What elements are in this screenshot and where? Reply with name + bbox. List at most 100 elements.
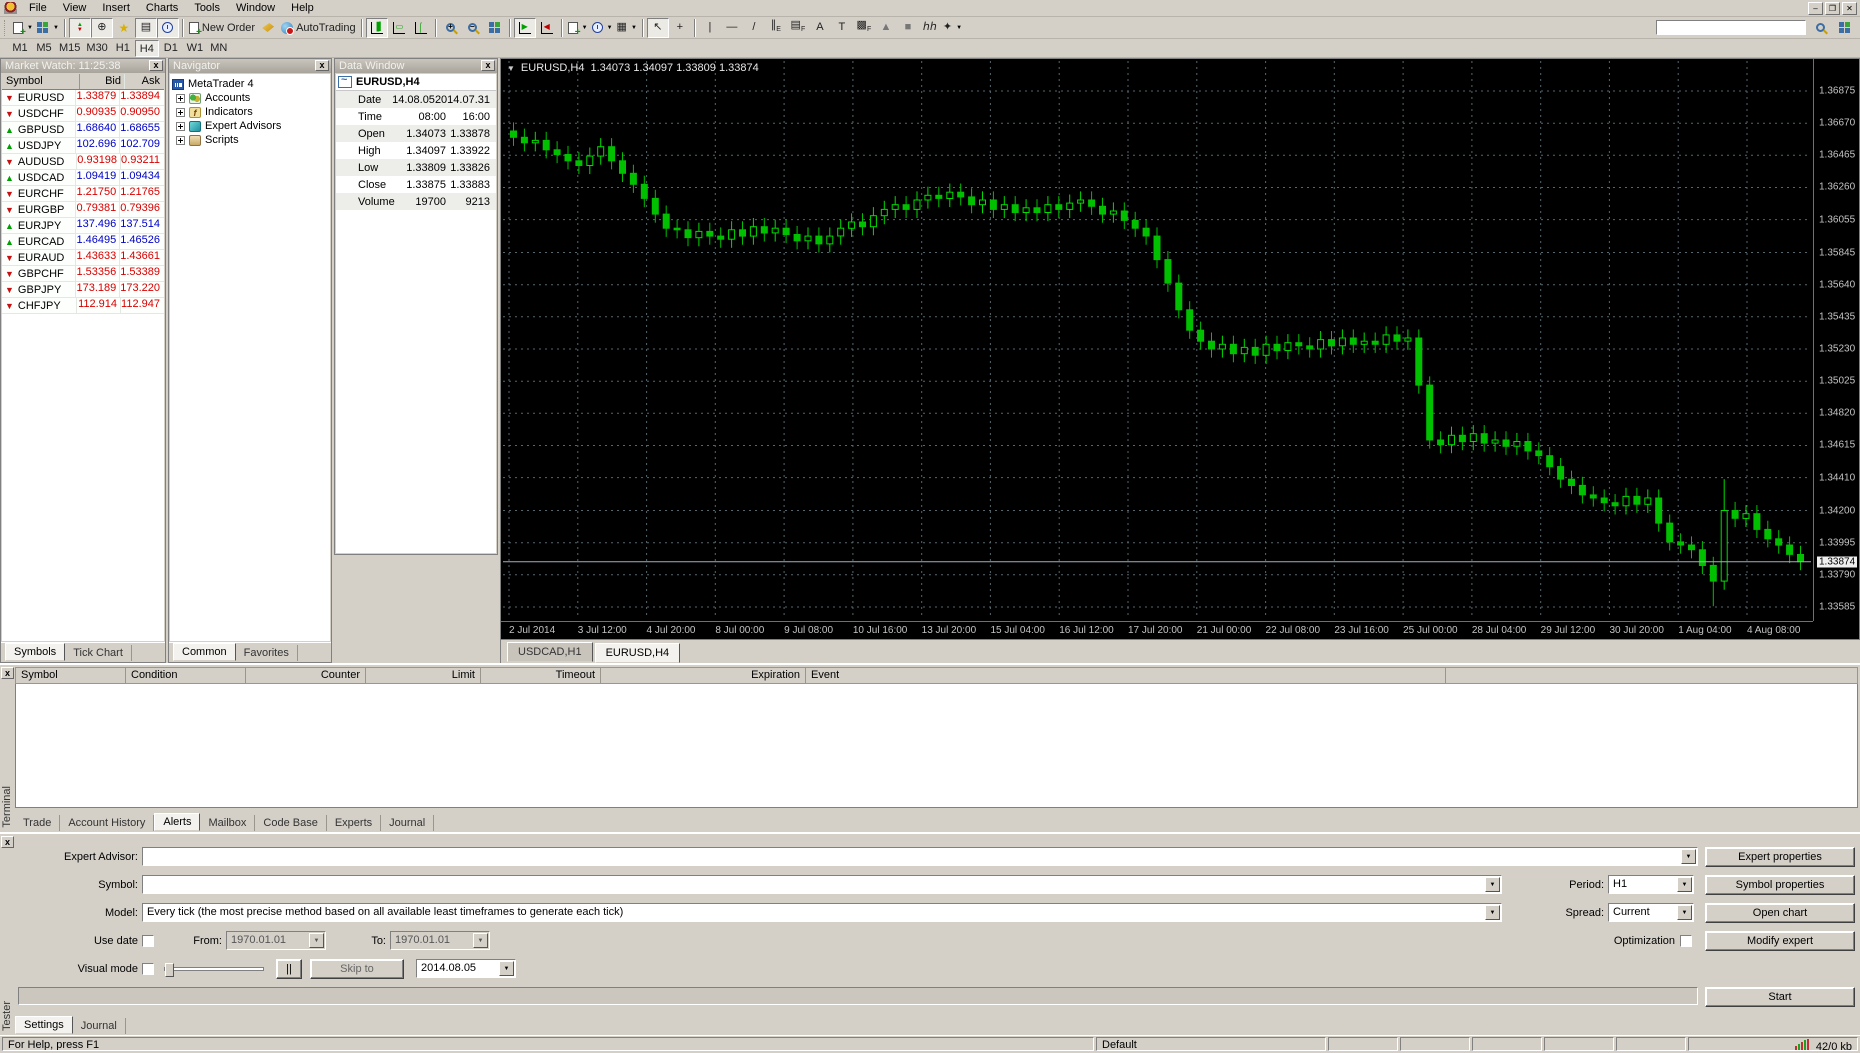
expand-plus-icon[interactable] bbox=[176, 94, 185, 103]
terminal-tab-account-history[interactable]: Account History bbox=[60, 815, 154, 831]
triangle-shape-button[interactable]: ▲ bbox=[875, 18, 897, 38]
modify-expert-button[interactable]: Modify expert bbox=[1705, 931, 1855, 951]
expert-advisor-combobox[interactable]: ▼ bbox=[142, 847, 1698, 866]
skip-date-combobox[interactable]: 2014.08.05▼ bbox=[416, 959, 516, 978]
model-combobox[interactable]: Every tick (the most precise method base… bbox=[142, 903, 1502, 922]
status-profile[interactable]: Default bbox=[1096, 1037, 1326, 1051]
navigator-toggle-button[interactable]: ★ bbox=[113, 18, 135, 38]
timeframe-m5-button[interactable]: M5 bbox=[32, 40, 56, 57]
close-icon[interactable]: x bbox=[315, 60, 329, 71]
market-watch-row[interactable]: ▼EURCHF1.217501.21765 bbox=[2, 186, 164, 202]
visual-mode-checkbox[interactable] bbox=[142, 963, 154, 975]
timeframe-m1-button[interactable]: M1 bbox=[8, 40, 32, 57]
symbol-properties-button[interactable]: Symbol properties bbox=[1705, 875, 1855, 895]
open-chart-button[interactable]: Open chart bbox=[1705, 903, 1855, 923]
use-date-checkbox[interactable] bbox=[142, 935, 154, 947]
periods-button[interactable]: ▼ bbox=[590, 18, 615, 38]
text-label-button[interactable]: T bbox=[831, 18, 853, 38]
column-header-symbol[interactable]: Symbol bbox=[2, 74, 80, 89]
data-window-toggle-button[interactable]: ⊕ bbox=[91, 18, 113, 38]
period-combobox[interactable]: H1▼ bbox=[1608, 875, 1694, 894]
close-icon[interactable]: x bbox=[149, 60, 163, 71]
market-watch-row[interactable]: ▼EURAUD1.436331.43661 bbox=[2, 250, 164, 266]
templates-button[interactable]: ▦▼ bbox=[615, 18, 639, 38]
visual-mode-speed-slider[interactable] bbox=[164, 967, 264, 971]
help-grid-button[interactable] bbox=[1834, 18, 1856, 38]
timeframe-m15-button[interactable]: M15 bbox=[56, 40, 83, 57]
expand-plus-icon[interactable] bbox=[176, 136, 185, 145]
tree-root[interactable]: MetaTrader 4 bbox=[172, 77, 328, 91]
market-watch-row[interactable]: ▲EURJPY137.496137.514 bbox=[2, 218, 164, 234]
menu-charts[interactable]: Charts bbox=[138, 1, 186, 15]
market-watch-row[interactable]: ▼CHFJPY112.914112.947 bbox=[2, 298, 164, 314]
column-header-expiration[interactable]: Expiration bbox=[601, 668, 806, 683]
market-watch-row[interactable]: ▲USDJPY102.696102.709 bbox=[2, 138, 164, 154]
timeframe-w1-button[interactable]: W1 bbox=[183, 40, 207, 57]
market-watch-row[interactable]: ▼GBPCHF1.533561.53389 bbox=[2, 266, 164, 282]
chart-tab-usdcad-h1[interactable]: USDCAD,H1 bbox=[507, 642, 593, 662]
arrow-styles-button[interactable]: ▩F bbox=[853, 18, 875, 38]
autotrading-button[interactable]: AutoTrading bbox=[279, 18, 358, 38]
line-chart-mode-button[interactable]: ⌠ bbox=[410, 18, 432, 38]
tree-item-scripts[interactable]: Scripts bbox=[172, 133, 328, 147]
column-header-ask[interactable]: Ask bbox=[125, 74, 164, 89]
terminal-tab-mailbox[interactable]: Mailbox bbox=[200, 815, 255, 831]
symbol-combobox[interactable]: ▼ bbox=[142, 875, 1502, 894]
market-watch-row[interactable]: ▼AUDUSD0.931980.93211 bbox=[2, 154, 164, 170]
new-order-button[interactable]: New Order bbox=[187, 18, 257, 38]
expert-properties-button[interactable]: Expert properties bbox=[1705, 847, 1855, 867]
menu-window[interactable]: Window bbox=[228, 1, 283, 15]
bar-chart-mode-button[interactable]: ▐▎ bbox=[366, 18, 388, 38]
indicators-button[interactable]: ▼ bbox=[566, 18, 590, 38]
crosshair-button[interactable]: + bbox=[669, 18, 691, 38]
expert-advisors-button[interactable] bbox=[257, 18, 279, 38]
alerts-list[interactable] bbox=[15, 684, 1858, 808]
timeframe-d1-button[interactable]: D1 bbox=[159, 40, 183, 57]
expand-plus-icon[interactable] bbox=[176, 122, 185, 131]
column-header-symbol[interactable]: Symbol bbox=[16, 668, 126, 683]
tree-item-experts[interactable]: Expert Advisors bbox=[172, 119, 328, 133]
tile-windows-button[interactable] bbox=[484, 18, 506, 38]
rectangle-shape-button[interactable]: ■ bbox=[897, 18, 919, 38]
zoom-in-button[interactable]: + bbox=[440, 18, 462, 38]
pause-button[interactable]: || bbox=[276, 959, 302, 979]
tester-toggle-button[interactable] bbox=[157, 18, 179, 38]
market-watch-row[interactable]: ▼EURGBP0.793810.79396 bbox=[2, 202, 164, 218]
equidistant-channel-button[interactable]: ∥E bbox=[765, 18, 787, 38]
fibonacci-button[interactable]: ▤F bbox=[787, 18, 809, 38]
tester-tab-journal[interactable]: Journal bbox=[73, 1018, 126, 1034]
tab-favorites[interactable]: Favorites bbox=[236, 645, 298, 661]
terminal-tab-alerts[interactable]: Alerts bbox=[154, 813, 200, 831]
search-input[interactable] bbox=[1656, 20, 1806, 35]
chart-window[interactable]: ▼ EURUSD,H4 1.34073 1.34097 1.33809 1.33… bbox=[500, 58, 1860, 640]
column-header-event[interactable]: Event bbox=[806, 668, 1446, 683]
auto-scroll-button[interactable]: ▶ bbox=[514, 18, 536, 38]
market-watch-row[interactable]: ▼GBPJPY173.189173.220 bbox=[2, 282, 164, 298]
close-window-icon[interactable]: ✕ bbox=[1842, 2, 1857, 15]
cursor-button[interactable]: ↖ bbox=[647, 18, 669, 38]
from-date-combobox[interactable]: 1970.01.01▼ bbox=[226, 931, 326, 950]
column-header-condition[interactable]: Condition bbox=[126, 668, 246, 683]
chevron-down-icon[interactable]: ▼ bbox=[1485, 877, 1500, 892]
market-watch-toggle-button[interactable]: ▲▼ bbox=[69, 18, 91, 38]
chart-shift-button[interactable]: ◀ bbox=[536, 18, 558, 38]
to-date-combobox[interactable]: 1970.01.01▼ bbox=[390, 931, 490, 950]
terminal-tab-experts[interactable]: Experts bbox=[327, 815, 381, 831]
chevron-down-icon[interactable]: ▼ bbox=[1677, 877, 1692, 892]
zoom-out-button[interactable]: – bbox=[462, 18, 484, 38]
tree-item-accounts[interactable]: Accounts bbox=[172, 91, 328, 105]
arrows-button[interactable]: ✦▼ bbox=[941, 18, 964, 38]
trendline-button[interactable]: / bbox=[743, 18, 765, 38]
candlestick-chart[interactable] bbox=[503, 61, 1811, 619]
menu-tools[interactable]: Tools bbox=[186, 1, 228, 15]
profiles-button[interactable]: ▼ bbox=[35, 18, 61, 38]
spread-combobox[interactable]: Current▼ bbox=[1608, 903, 1694, 922]
close-icon[interactable]: x bbox=[481, 60, 495, 71]
minimize-window-icon[interactable]: – bbox=[1808, 2, 1823, 15]
market-watch-row[interactable]: ▲GBPUSD1.686401.68655 bbox=[2, 122, 164, 138]
close-icon[interactable]: x bbox=[1, 667, 14, 679]
market-watch-row[interactable]: ▲EURCAD1.464951.46526 bbox=[2, 234, 164, 250]
one-click-trading-icon[interactable]: ▼ bbox=[507, 64, 515, 73]
column-header-timeout[interactable]: Timeout bbox=[481, 668, 601, 683]
chevron-down-icon[interactable]: ▼ bbox=[1485, 905, 1500, 920]
